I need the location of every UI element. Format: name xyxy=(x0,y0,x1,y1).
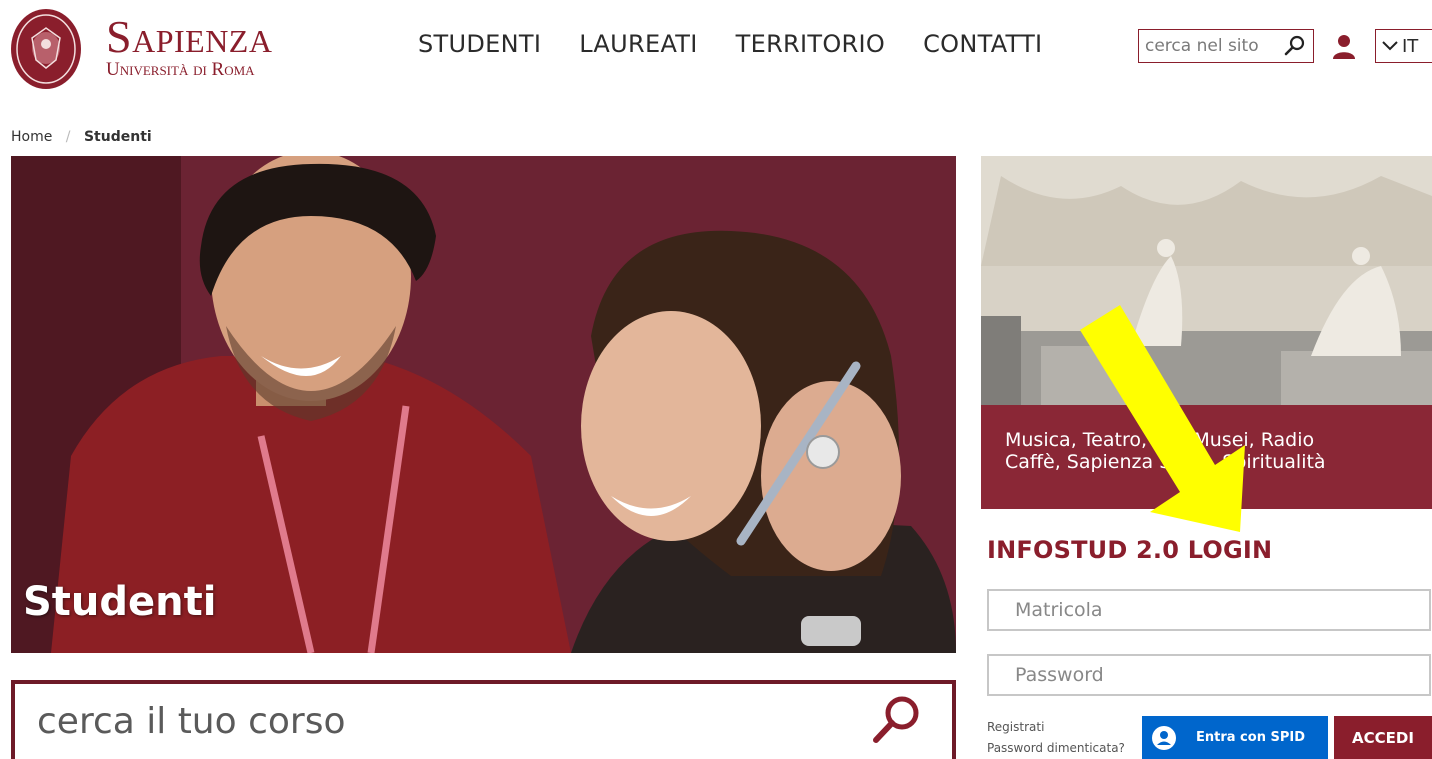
main-navigation: STUDENTI LAUREATI TERRITORIO CONTATTI xyxy=(418,30,1042,58)
search-icon[interactable] xyxy=(1283,34,1307,58)
password-input[interactable] xyxy=(989,664,1429,686)
hero-title: Studenti xyxy=(23,579,217,625)
language-label: IT xyxy=(1402,35,1419,57)
nav-contatti[interactable]: CONTATTI xyxy=(923,30,1042,58)
breadcrumb: Home / Studenti xyxy=(11,129,152,145)
logo-subtitle: Università di Roma xyxy=(106,59,255,80)
search-icon[interactable] xyxy=(870,694,922,746)
spid-user-icon xyxy=(1152,725,1176,750)
hero-banner: Studenti xyxy=(11,156,956,653)
museum-statues-photo xyxy=(981,156,1432,405)
promo-image[interactable] xyxy=(981,156,1432,405)
site-search-input[interactable] xyxy=(1139,36,1277,56)
course-search-input[interactable] xyxy=(15,701,835,742)
matricola-field xyxy=(987,589,1431,631)
accedi-button[interactable]: ACCEDI xyxy=(1334,716,1432,759)
promo-line-1: Musica, Teatro, Art, Musei, Radio xyxy=(1005,429,1315,451)
breadcrumb-home[interactable]: Home xyxy=(11,129,52,145)
promo-line-2: Caffè, Sapienza Sport, Spiritualità xyxy=(1005,451,1326,473)
course-search-box xyxy=(11,680,956,759)
breadcrumb-separator: / xyxy=(65,129,71,145)
matricola-input[interactable] xyxy=(989,599,1429,621)
user-icon[interactable] xyxy=(1332,34,1356,60)
promo-banner[interactable]: Musica, Teatro, Art, Musei, Radio Caffè,… xyxy=(981,405,1432,509)
spid-login-button[interactable]: Entra con SPID xyxy=(1142,716,1328,759)
language-selector[interactable]: IT xyxy=(1375,29,1432,63)
sapienza-wordmark[interactable]: Sapienza Università di Roma xyxy=(106,14,272,80)
spid-label: Entra con SPID xyxy=(1196,730,1305,745)
breadcrumb-current: Studenti xyxy=(83,129,152,145)
forgot-password-link[interactable]: Password dimenticata? xyxy=(987,741,1125,755)
register-link[interactable]: Registrati xyxy=(987,720,1044,734)
logo-name: Sapienza xyxy=(106,11,273,62)
sapienza-seal-logo[interactable] xyxy=(10,8,82,90)
login-title: INFOSTUD 2.0 LOGIN xyxy=(987,536,1273,564)
nav-laureati[interactable]: LAUREATI xyxy=(579,30,697,58)
site-search-box xyxy=(1138,29,1314,63)
nav-territorio[interactable]: TERRITORIO xyxy=(736,30,885,58)
password-field xyxy=(987,654,1431,696)
nav-studenti[interactable]: STUDENTI xyxy=(418,30,541,58)
chevron-down-icon xyxy=(1382,41,1398,51)
